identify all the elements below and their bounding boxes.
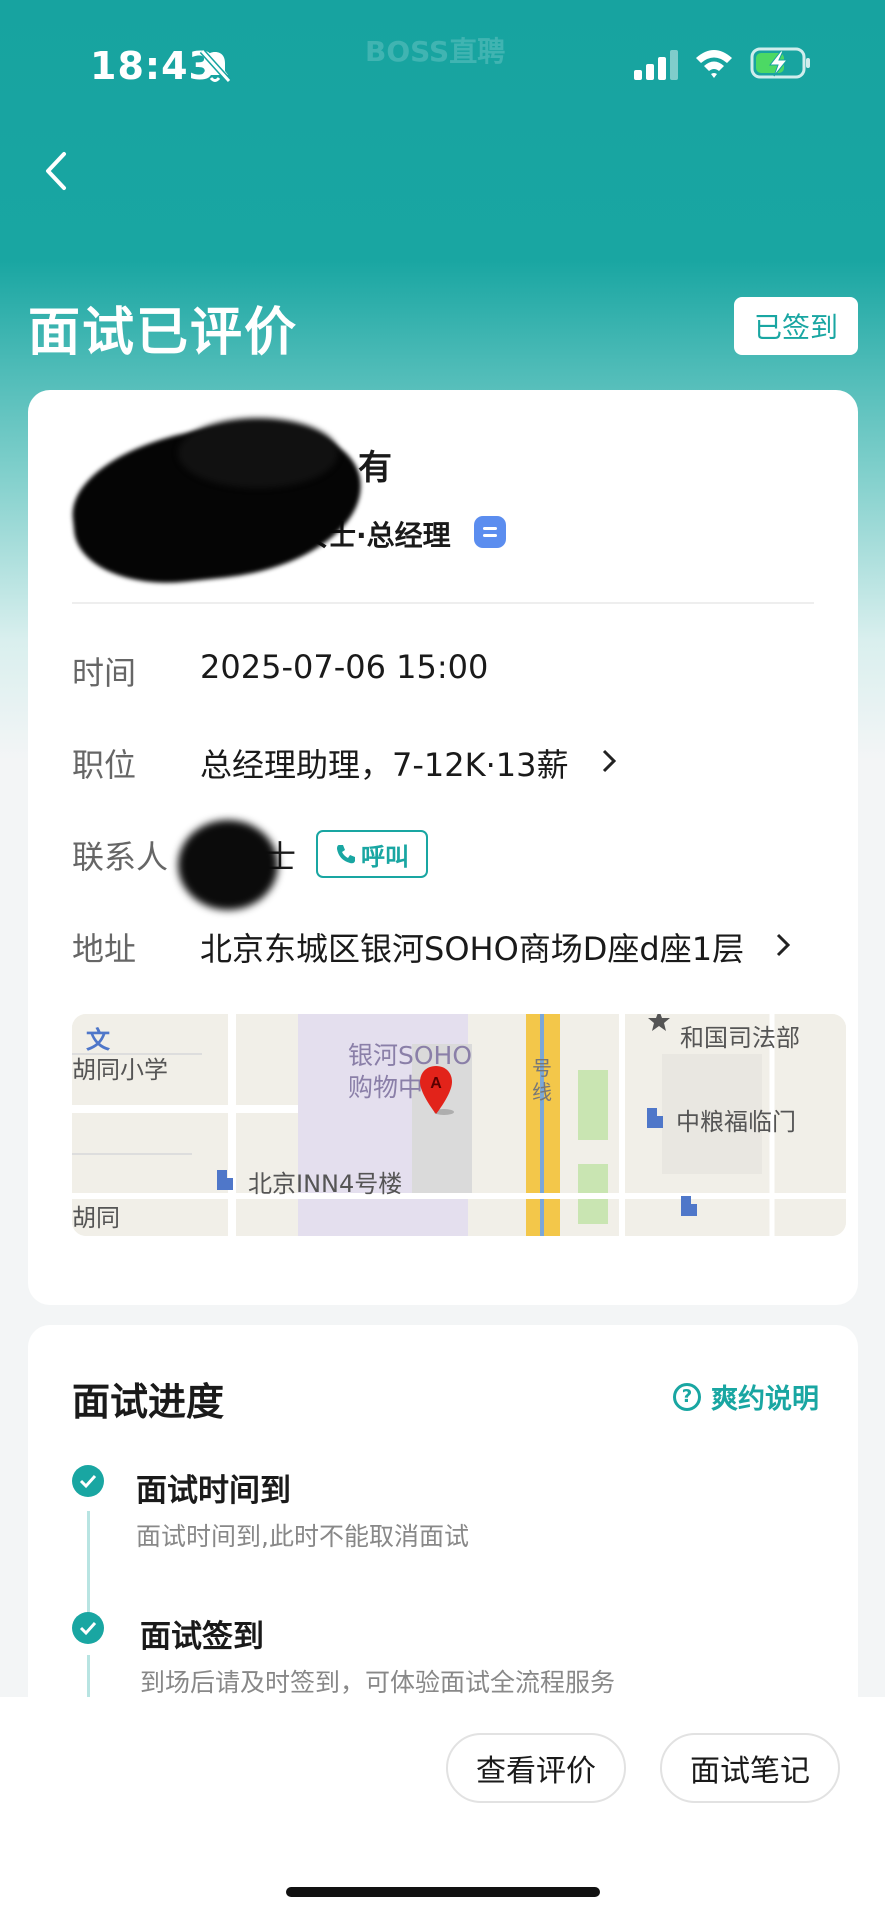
redaction-mark (178, 418, 338, 488)
time-label: 时间 (72, 654, 137, 692)
bottom-action-bar: 查看评价 面试笔记 (0, 1697, 885, 1919)
chat-message-icon[interactable] (474, 516, 506, 548)
redaction-mark (178, 820, 278, 910)
map-pin-letter: A (430, 1075, 442, 1092)
address-label: 地址 (72, 930, 137, 968)
call-button[interactable]: 呼叫 (316, 830, 428, 878)
position-value[interactable]: 总经理助理，7-12K·13薪 (200, 740, 569, 786)
status-bar: 18:43 BOSS直聘 (0, 0, 885, 130)
step-title: 面试时间到 (136, 1473, 291, 1509)
step-desc: 面试时间到,此时不能取消面试 (136, 1522, 469, 1551)
question-icon: ? (673, 1382, 701, 1411)
interview-progress-card: 面试进度 ? 爽约说明 面试时间到 面试时间到,此时不能取消面试 面试签到 到场… (28, 1325, 858, 1745)
interview-notes-button[interactable]: 面试笔记 (660, 1733, 840, 1803)
page-title: 面试已评价 (28, 303, 299, 363)
battery-charging-icon (750, 47, 810, 79)
check-circle-icon (72, 1612, 104, 1644)
building-icon (681, 1196, 697, 1216)
map-label: 和国司法部 (680, 1024, 800, 1052)
map-label: 胡同 (72, 1204, 120, 1232)
contact-label: 联系人 (72, 838, 169, 876)
divider (72, 602, 814, 604)
watermark: BOSS直聘 (365, 35, 506, 68)
no-show-explain-link[interactable]: ? 爽约说明 (673, 1377, 819, 1416)
signed-in-badge: 已签到 (734, 297, 858, 355)
interview-info-card: 有 姚女士·总经理 时间 2025-07-06 15:00 职位 总经理助理，7… (28, 390, 858, 1305)
map-label: 胡同小学 (72, 1056, 168, 1084)
building-icon (217, 1170, 233, 1190)
company-name: 有 (358, 448, 392, 488)
home-indicator (286, 1887, 600, 1897)
position-label: 职位 (72, 746, 137, 784)
progress-title: 面试进度 (72, 1380, 225, 1424)
wifi-icon (696, 50, 732, 78)
location-map[interactable]: 文 胡同小学 银河SOHO 购物中 号 线 和国司法部 中粮福临门 北京INN4… (72, 1014, 846, 1236)
map-label: 线 (532, 1080, 552, 1104)
step-desc: 到场后请及时签到，可体验面试全流程服务 (140, 1668, 616, 1697)
building-icon (647, 1108, 663, 1128)
back-arrow-icon[interactable] (38, 148, 78, 194)
chevron-right-icon[interactable] (772, 930, 794, 960)
chevron-right-icon[interactable] (598, 746, 620, 776)
phone-icon (337, 845, 355, 864)
view-review-button[interactable]: 查看评价 (446, 1733, 626, 1803)
map-label: 北京INN4号楼 (248, 1170, 403, 1198)
time-value: 2025-07-06 15:00 (200, 648, 489, 686)
step-title: 面试签到 (140, 1619, 264, 1655)
cellular-signal-icon (634, 50, 678, 80)
map-label: 中粮福临门 (676, 1108, 796, 1136)
address-value[interactable]: 北京东城区银河SOHO商场D座d座1层 (200, 924, 744, 970)
call-label: 呼叫 (361, 842, 409, 871)
explain-label: 爽约说明 (711, 1384, 819, 1415)
bell-off-icon (199, 48, 232, 84)
star-poi-icon (648, 1014, 670, 1031)
map-pin-icon: A (420, 1066, 454, 1115)
check-circle-icon (72, 1465, 104, 1497)
map-label: 购物中 (348, 1073, 424, 1102)
